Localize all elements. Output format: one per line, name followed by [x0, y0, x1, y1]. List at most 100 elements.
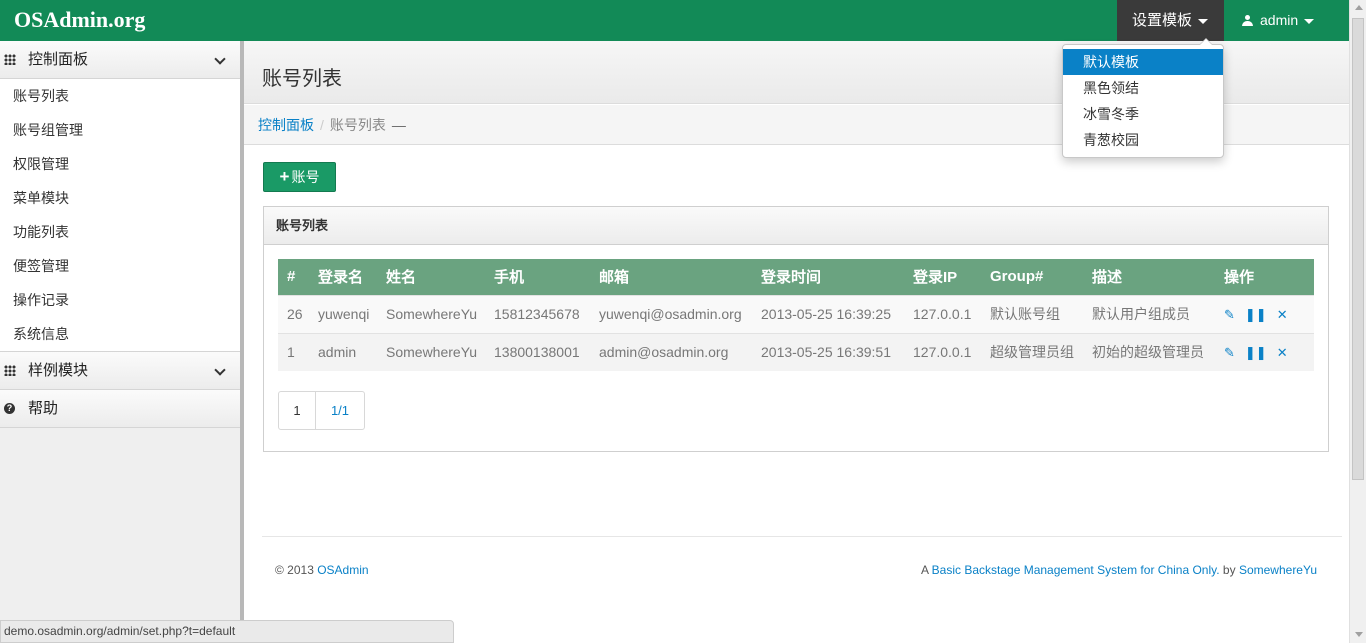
cell-description: 默认用户组成员: [1083, 294, 1215, 333]
column-header: 操作: [1215, 259, 1314, 295]
sidebar-section-help[interactable]: ? 帮助: [0, 390, 240, 428]
tagline-by: by: [1222, 563, 1236, 577]
page-current[interactable]: 1: [279, 392, 316, 429]
template-option-black-tie[interactable]: 黑色领结: [1063, 75, 1223, 101]
breadcrumb-home-link[interactable]: 控制面板: [258, 117, 314, 133]
column-header: 登录IP: [904, 259, 981, 295]
column-header: 手机: [485, 259, 590, 295]
help-icon: ?: [4, 403, 15, 414]
template-menu-toggle[interactable]: 设置模板: [1117, 0, 1224, 41]
account-table: # 登录名 姓名 手机 邮箱 登录时间 登录IP Group# 描述 操作 26…: [278, 259, 1314, 371]
cell-id: 1: [278, 332, 309, 371]
template-option-campus[interactable]: 青葱校园: [1063, 127, 1223, 153]
chevron-down-icon: [214, 53, 226, 65]
cell-actions: ✎ ❚❚ ✕: [1215, 294, 1314, 333]
copyright-text: © 2013: [275, 563, 314, 577]
sidebar-item-account-groups[interactable]: 账号组管理: [0, 113, 240, 147]
cell-login-time: 2013-05-25 16:39:25: [752, 294, 904, 333]
cell-actions: ✎ ❚❚ ✕: [1215, 332, 1314, 371]
column-header: 姓名: [377, 259, 485, 295]
add-account-label: 账号: [291, 169, 320, 185]
breadcrumb-separator: /: [320, 117, 324, 133]
grid-icon: [4, 54, 16, 65]
pencil-icon[interactable]: ✎: [1224, 345, 1235, 360]
table-row: 26 yuwenqi SomewhereYu 15812345678 yuwen…: [278, 294, 1314, 333]
cell-login-ip: 127.0.0.1: [904, 332, 981, 371]
footer-copyright: © 2013 OSAdmin: [275, 563, 369, 577]
tagline-prefix: A: [920, 563, 929, 577]
author-link[interactable]: SomewhereYu: [1239, 563, 1317, 577]
user-icon: [1242, 15, 1253, 26]
cell-login: admin: [309, 332, 377, 371]
page-title: 账号列表: [262, 68, 342, 90]
chevron-down-icon: [214, 364, 226, 376]
top-navbar: OSAdmin.org 设置模板 admin: [0, 0, 1349, 41]
sidebar-item-function-list[interactable]: 功能列表: [0, 215, 240, 249]
cell-email: admin@osadmin.org: [590, 332, 752, 371]
template-option-winter[interactable]: 冰雪冬季: [1063, 101, 1223, 127]
user-name: admin: [1260, 12, 1299, 28]
column-header: 邮箱: [590, 259, 752, 295]
vertical-scrollbar[interactable]: [1349, 0, 1366, 643]
pagination: 1 1/1: [278, 391, 365, 430]
pause-icon[interactable]: ❚❚: [1245, 307, 1267, 322]
sidebar-section-samples[interactable]: 样例模块: [0, 352, 240, 390]
cell-name: SomewhereYu: [377, 332, 485, 371]
cell-description: 初始的超级管理员: [1083, 332, 1215, 371]
cell-login: yuwenqi: [309, 294, 377, 333]
add-account-button[interactable]: + 账号: [263, 162, 336, 192]
scroll-up-icon[interactable]: [1355, 5, 1363, 10]
scrollbar-thumb[interactable]: [1352, 18, 1364, 480]
account-panel: 账号列表 # 登录名 姓名 手机 邮箱 登录时间 登录IP Group# 描述 …: [263, 206, 1329, 452]
browser-status-url: demo.osadmin.org/admin/set.php?t=default: [0, 620, 454, 643]
cell-id: 26: [278, 294, 309, 333]
cell-name: SomewhereYu: [377, 294, 485, 333]
close-icon[interactable]: ✕: [1277, 345, 1288, 360]
cell-phone: 15812345678: [485, 294, 590, 333]
sidebar-item-menu-modules[interactable]: 菜单模块: [0, 181, 240, 215]
cell-email: yuwenqi@osadmin.org: [590, 294, 752, 333]
cell-phone: 13800138001: [485, 332, 590, 371]
column-header: Group#: [981, 259, 1083, 295]
sidebar-item-operation-log[interactable]: 操作记录: [0, 283, 240, 317]
cell-group: 默认账号组: [981, 294, 1083, 333]
template-option-default[interactable]: 默认模板: [1063, 49, 1223, 75]
caret-down-icon: [1304, 18, 1315, 24]
template-dropdown: 默认模板 黑色领结 冰雪冬季 青葱校园: [1062, 38, 1224, 158]
panel-title: 账号列表: [264, 207, 1328, 245]
sidebar-item-notes[interactable]: 便签管理: [0, 249, 240, 283]
pause-icon[interactable]: ❚❚: [1245, 345, 1267, 360]
brand-logo[interactable]: OSAdmin.org: [14, 7, 145, 33]
column-header: 登录名: [309, 259, 377, 295]
sidebar-section-label: 控制面板: [28, 51, 89, 68]
column-header: #: [278, 259, 309, 295]
pencil-icon[interactable]: ✎: [1224, 307, 1235, 322]
sidebar-item-account-list[interactable]: 账号列表: [0, 79, 240, 113]
table-header-row: # 登录名 姓名 手机 邮箱 登录时间 登录IP Group# 描述 操作: [278, 259, 1314, 295]
table-row: 1 admin SomewhereYu 13800138001 admin@os…: [278, 332, 1314, 371]
breadcrumb-tail: —: [391, 117, 406, 133]
column-header: 描述: [1083, 259, 1215, 295]
cell-group: 超级管理员组: [981, 332, 1083, 371]
sidebar-section-label: 帮助: [28, 400, 59, 417]
template-menu-label: 设置模板: [1132, 12, 1193, 29]
grid-icon: [4, 365, 16, 376]
sidebar-item-system-info[interactable]: 系统信息: [0, 317, 240, 351]
footer-brand-link[interactable]: OSAdmin: [317, 563, 368, 577]
caret-down-icon: [1198, 18, 1209, 24]
user-menu-toggle[interactable]: admin: [1224, 0, 1349, 41]
close-icon[interactable]: ✕: [1277, 307, 1288, 322]
footer-divider: [262, 536, 1342, 537]
sidebar-list: 账号列表 账号组管理 权限管理 菜单模块 功能列表 便签管理 操作记录 系统信息: [0, 79, 240, 352]
sidebar-section-control-panel[interactable]: 控制面板: [0, 41, 240, 79]
sidebar-section-label: 样例模块: [28, 362, 89, 379]
page-total[interactable]: 1/1: [316, 392, 364, 429]
tagline-link[interactable]: Basic Backstage Management System for Ch…: [932, 563, 1220, 577]
breadcrumb-current: 账号列表: [329, 117, 386, 133]
cell-login-time: 2013-05-25 16:39:51: [752, 332, 904, 371]
scroll-down-icon[interactable]: [1355, 632, 1363, 637]
footer-tagline: A Basic Backstage Management System for …: [921, 563, 1317, 577]
column-header: 登录时间: [752, 259, 904, 295]
cell-login-ip: 127.0.0.1: [904, 294, 981, 333]
sidebar-item-permissions[interactable]: 权限管理: [0, 147, 240, 181]
